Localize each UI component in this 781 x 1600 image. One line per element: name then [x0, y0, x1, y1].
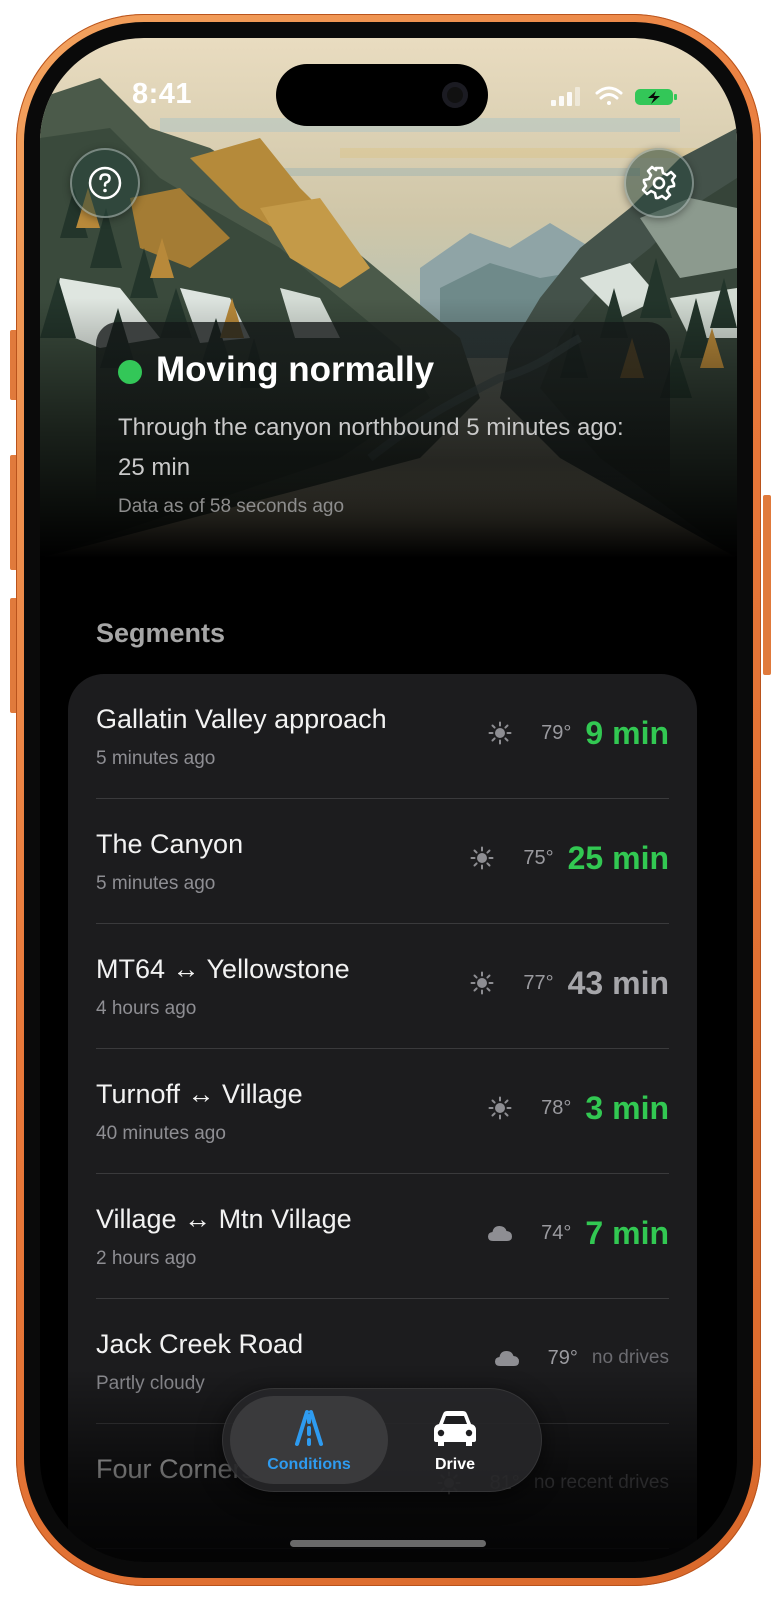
cloud-icon — [487, 1220, 513, 1246]
gear-icon — [641, 165, 677, 201]
data-freshness: Data as of 58 seconds ago — [118, 496, 345, 517]
segment-subtitle: 5 minutes ago — [96, 873, 216, 894]
segment-metrics: 75° 25 min — [469, 827, 669, 889]
tab-drive[interactable]: Drive — [376, 1396, 534, 1484]
tab-drive-label: Drive — [434, 1456, 476, 1473]
segment-metrics: 79° 9 min — [487, 702, 669, 764]
status-icons — [541, 84, 681, 108]
wifi-icon — [595, 86, 623, 105]
car-icon — [434, 1411, 476, 1446]
sun-icon — [487, 1095, 513, 1121]
segment-travel-time: 3 min — [585, 1089, 669, 1126]
segment-name: The Canyon — [96, 829, 244, 859]
segment-temperature: 78° — [541, 1096, 572, 1119]
tab-conditions[interactable]: Conditions — [230, 1396, 388, 1484]
dynamic-island — [276, 64, 488, 126]
segment-travel-time: 7 min — [585, 1214, 669, 1251]
segment-row[interactable]: Gallatin Valley approach 5 minutes ago 79°… — [68, 674, 697, 799]
segment-row[interactable]: Turnoff ↔ Village 40 minutes ago 78° 3 min — [68, 1049, 697, 1174]
segment-temperature: 75° — [523, 846, 554, 869]
segment-metrics: 78° 3 min — [487, 1077, 669, 1139]
sun-icon — [469, 845, 495, 871]
segment-temperature: 74° — [541, 1221, 572, 1244]
power-button — [763, 495, 771, 675]
question-circle-icon — [88, 166, 122, 200]
status-description: Through the canyon northbound 5 minutes … — [118, 414, 624, 481]
segment-name: Village ↔ Mtn Village — [96, 1204, 352, 1234]
tab-bar: Conditions Drive — [222, 1388, 542, 1492]
status-title: Moving normally — [156, 350, 435, 389]
segment-row[interactable]: Village ↔ Mtn Village 2 hours ago 74° 7 min — [68, 1174, 697, 1299]
segment-subtitle: 5 minutes ago — [96, 748, 216, 769]
status-time: 8:41 — [132, 78, 193, 110]
segment-name: Gallatin Valley approach — [96, 704, 387, 734]
segment-row[interactable]: MT64 ↔ Yellowstone 4 hours ago 77° 43 min — [68, 924, 697, 1049]
tab-conditions-label: Conditions — [267, 1456, 351, 1473]
battery-charging-icon — [635, 89, 677, 105]
segment-row[interactable]: The Canyon 5 minutes ago 75° 25 min — [68, 799, 697, 924]
segment-travel-time: 9 min — [585, 714, 669, 751]
segment-metrics: 77° 43 min — [469, 952, 669, 1014]
road-icon — [295, 1410, 323, 1446]
segment-travel-time: 43 min — [567, 964, 669, 1001]
cellular-signal-icon — [551, 87, 580, 106]
segment-travel-time: 25 min — [567, 839, 669, 876]
segment-temperature: 77° — [523, 971, 554, 994]
segment-temperature: 79° — [541, 721, 572, 744]
status-indicator-dot — [118, 360, 142, 384]
home-indicator — [290, 1540, 486, 1547]
segment-temperature: 79° — [547, 1346, 578, 1369]
sun-icon — [487, 720, 513, 746]
segment-name: Turnoff ↔ Village — [96, 1079, 303, 1109]
segment-travel-time: no drives — [591, 1347, 669, 1368]
settings-button[interactable] — [624, 148, 694, 218]
segment-name: Jack Creek Road — [96, 1329, 304, 1359]
screen: 8:41 Moving normally Through the canyon … — [40, 38, 737, 1562]
segment-subtitle: 4 hours ago — [96, 998, 197, 1019]
segment-name: MT64 ↔ Yellowstone — [96, 954, 350, 984]
segments-header: Segments — [96, 618, 226, 648]
traffic-status-card: Moving normally Through the canyon north… — [96, 322, 670, 522]
segment-subtitle: 40 minutes ago — [96, 1123, 226, 1144]
sun-icon — [469, 970, 495, 996]
segment-metrics: 74° 7 min — [487, 1202, 669, 1264]
segment-subtitle: 2 hours ago — [96, 1248, 197, 1269]
help-button[interactable] — [70, 148, 140, 218]
